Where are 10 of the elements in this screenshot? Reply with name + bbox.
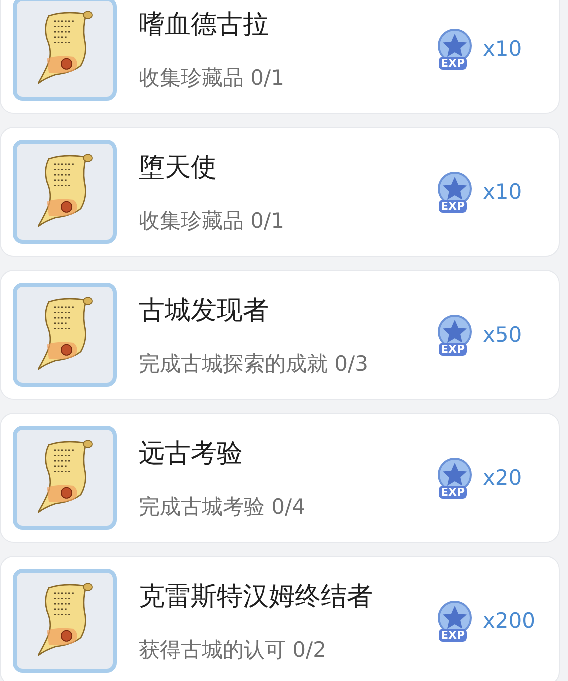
reward-amount: x10: [483, 37, 522, 61]
achievement-title: 嗜血德古拉: [139, 8, 270, 42]
reward-amount: x200: [483, 609, 536, 633]
reward-amount: x20: [483, 466, 522, 490]
achievement-title: 堕天使: [139, 152, 218, 184]
reward-amount: x50: [483, 323, 522, 347]
reward-amount: x10: [483, 180, 522, 204]
achievement-title: 古城发现者: [139, 294, 270, 328]
achievement-title: 远古考验: [139, 438, 244, 470]
achievement-title: 克雷斯特汉姆终结者: [139, 580, 374, 614]
